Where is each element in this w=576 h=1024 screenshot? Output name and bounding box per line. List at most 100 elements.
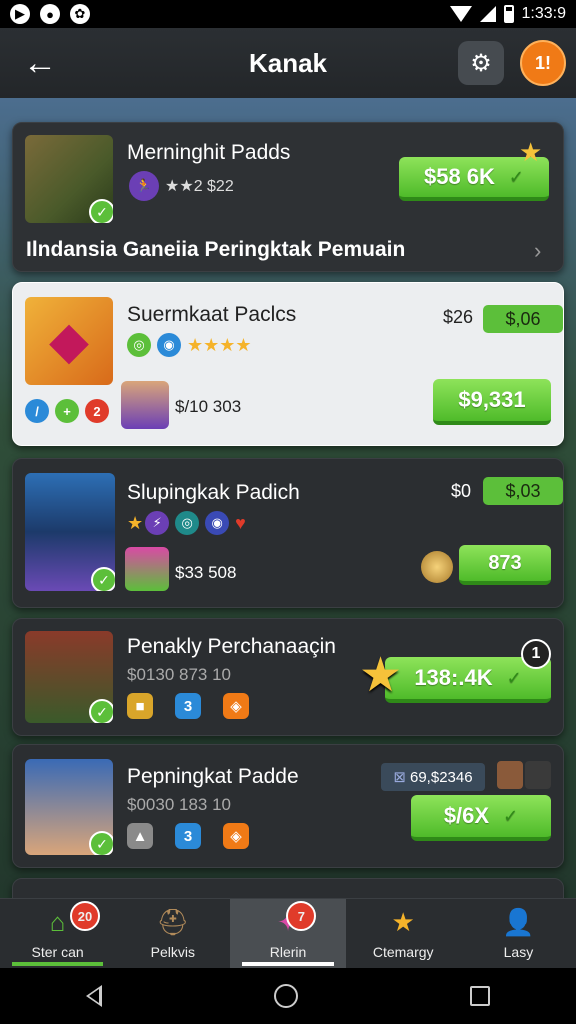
orange-tag-icon: ◈ [223,823,249,849]
check-icon: ✓ [503,805,519,826]
verified-check-icon: ✓ [89,199,113,223]
purple-badge-icon: ⚡ [145,511,170,535]
wifi-icon [449,6,472,22]
gold-block-icon: ■ [127,693,153,719]
nav-item-profile[interactable]: 👤 Lasy [461,899,576,968]
verified-check-icon: ✓ [89,831,113,855]
player-card-2[interactable]: ◆ Suermkaat Paclcs ◎ ◉ ★★★★ $26 $,06 / +… [12,282,564,446]
buy-button[interactable]: $/6X ✓ [411,795,551,841]
sub-price: $0130 873 10 [127,665,231,684]
notification-button[interactable]: 1! [520,40,566,86]
star-icon: ★ [359,649,403,702]
mini-avatar-1 [497,761,523,789]
rating-row: 🏃 ★★2 $22 [129,171,234,201]
bottom-nav: ⌂ 20 Ster can ⛑ Pelkvis ✦ 7 Rlerin ★ Cte… [0,898,576,968]
star-icon: ★ [127,512,144,533]
card-title: Merninghit Padds [127,141,291,164]
item-icons-row: ■ 3 ◈ [127,693,249,719]
buy-button-label: $58 6K [423,164,495,189]
sub-price: $0030 183 10 [127,795,231,814]
price-pill[interactable]: $,03 [483,477,563,505]
player-card-4[interactable]: ✓ Penakly Perchanaaçin $0130 873 10 ■ 3 … [12,618,564,736]
settings-gear-icon[interactable]: ⚙ [458,41,504,85]
player-card-5[interactable]: ✓ Pepningkat Padde $0030 183 10 ▲ 3 ◈ ⊠ 6… [12,744,564,868]
sub-price: $33 508 [175,563,237,582]
hero-avatar: ✓ [25,759,113,855]
soldier-avatar: ✓ [25,135,113,223]
buy-button[interactable]: 873 [459,545,551,585]
small-price: $0 [451,481,472,501]
gift-icon: ♥ [235,512,246,533]
count-badge: 2 [85,399,109,423]
add-icon[interactable]: + [55,399,79,423]
nav-item-trophy[interactable]: ★ Ctemargy [346,899,461,968]
tag-icon: ⊠ [393,769,406,786]
nav-label: Lasy [503,944,534,960]
buy-button-label: $/6X [443,803,490,828]
reward-icons-row: ★ ⚡ ◎ ◉ ♥ [127,511,246,535]
nav-item-gem[interactable]: ✦ 7 Rlerin [230,899,346,968]
notification-count: 1! [534,52,551,73]
star-icon: ★ [519,137,543,167]
helmet-icon: ⛑ [156,906,190,937]
nav-item-helmet[interactable]: ⛑ Pelkvis [115,899,230,968]
hero-avatar: ✓ [25,473,115,591]
active-indicator [12,962,104,966]
battery-icon [503,5,514,23]
buy-button[interactable]: $9,331 [433,379,551,425]
reward-icons-row: ◎ ◉ ★★★★ [127,333,252,357]
character-icon [121,381,169,429]
profile-icon: 👤 [502,906,535,937]
signal-icon [479,6,496,22]
app-bar: ← Kanak ⚙ 1! [0,28,576,98]
level-badge: 3 [175,693,201,719]
count-badge: 1 [521,639,551,669]
edit-icon[interactable]: / [25,399,49,423]
back-icon[interactable] [86,985,102,1007]
buy-button-label: $9,331 [458,387,526,412]
status-time: 1:33:9 [521,5,566,22]
verified-check-icon: ✓ [89,699,113,723]
buy-button-label: 138:.4K [414,665,493,690]
system-nav-bar [0,968,576,1024]
action-chips-row: / + 2 [25,399,113,423]
nav-label: Ctemargy [372,944,434,960]
notification-icon: ▶ [10,4,30,24]
item-icons-row: ▲ 3 ◈ [127,823,249,849]
section-title: Ilndansia Ganeiia Peringktak Pemuain [26,238,406,261]
nav-item-home[interactable]: ⌂ 20 Ster can [0,899,115,968]
home-circle-icon[interactable] [274,984,298,1008]
buy-button-label: 873 [488,551,522,574]
runner-icon: 🏃 [129,171,159,201]
sub-price: $/10 303 [175,397,242,416]
tag-value: 69,$2346 [410,768,473,786]
recents-icon[interactable] [470,986,490,1006]
price-tag: ⊠ 69,$2346 [381,763,485,791]
green-badge-icon: ◎ [127,333,151,357]
check-icon: ✓ [508,166,525,187]
price-pill[interactable]: $,06 [483,305,563,333]
verified-check-icon: ✓ [91,567,115,591]
card-title: Suermkaat Paclcs [127,303,297,326]
status-bar: ▶ ● ✿ 1:33:9 [0,0,576,28]
blue-badge-icon: ◉ [157,333,181,357]
app-icon: ● [40,4,60,24]
nav-badge: 20 [70,901,100,931]
orange-tag-icon: ◈ [223,693,249,719]
card-title: Penakly Perchanaaçin [127,635,336,658]
check-icon: ✓ [506,667,522,688]
soldier-avatar: ✓ [25,631,113,723]
trophy-icon: ★ [391,906,415,937]
nav-label: Rlerin [269,944,307,960]
nav-label: Ster can [31,944,84,960]
card-title: Slupingkak Padich [127,481,300,504]
teal-badge-icon: ◎ [175,511,200,535]
active-indicator [242,962,334,966]
gem-avatar: ◆ [25,297,113,385]
back-arrow-icon[interactable]: ← [10,33,70,93]
chevron-right-icon[interactable]: › [534,238,541,264]
character-icon [125,547,169,591]
mini-avatar-2 [525,761,551,789]
level-badge: 3 [175,823,201,849]
player-card-3[interactable]: ✓ Slupingkak Padich ★ ⚡ ◎ ◉ ♥ $0 $,03 $3… [12,458,564,608]
